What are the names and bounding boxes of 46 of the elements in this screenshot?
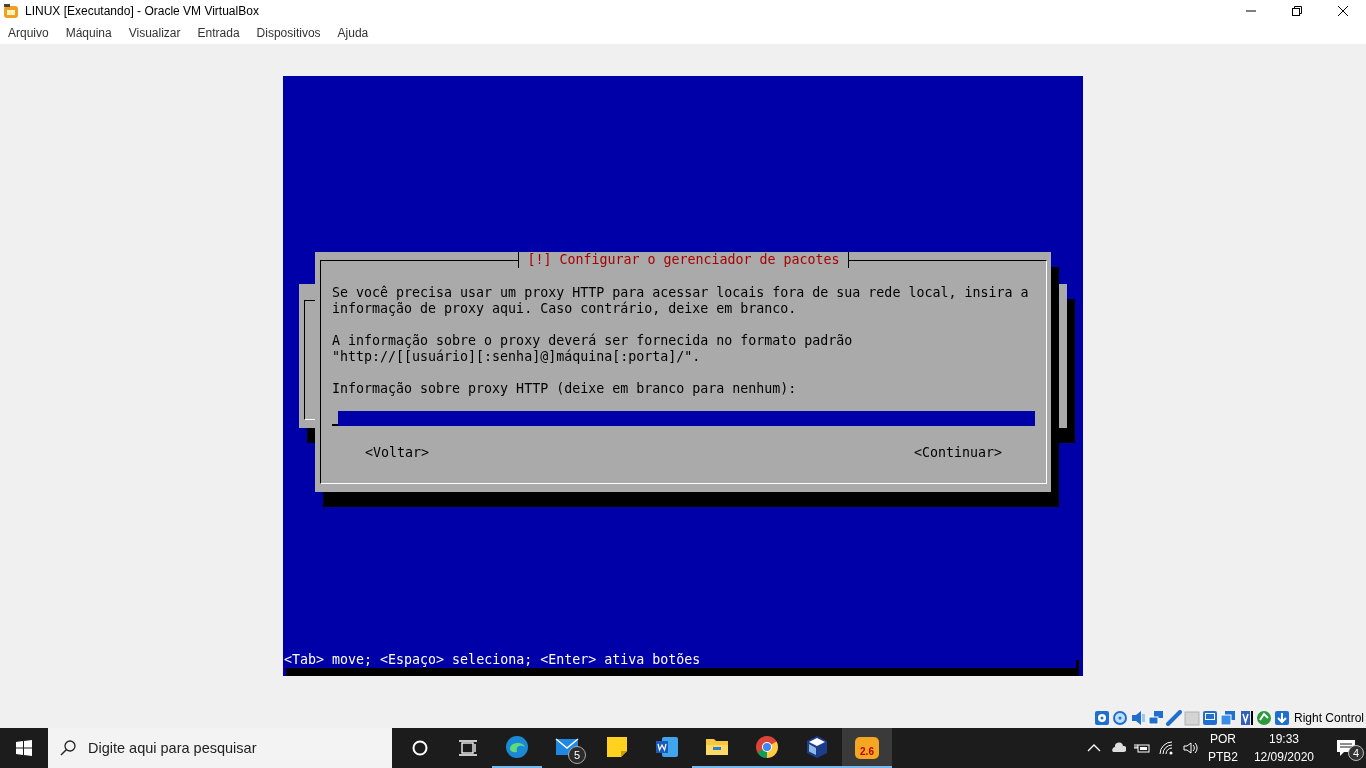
- app-icon: 2.6: [855, 737, 879, 759]
- menu-item[interactable]: Visualizar: [123, 26, 186, 40]
- network-icon[interactable]: [1147, 710, 1164, 726]
- taskbar-app-button[interactable]: 5: [542, 728, 592, 768]
- down-arrow-icon[interactable]: [1273, 710, 1290, 726]
- keyboard-layout[interactable]: PTB2: [1207, 748, 1238, 766]
- dialog-title: [!] Configurar o gerenciador de pacotes: [518, 252, 849, 268]
- display-icon[interactable]: [1201, 710, 1218, 726]
- menu-item[interactable]: Ajuda: [332, 26, 374, 40]
- notifications-button[interactable]: 4: [1326, 728, 1366, 768]
- input-language[interactable]: POR: [1209, 730, 1236, 748]
- dialog-button[interactable]: <Continuar>: [913, 445, 1002, 461]
- clock-date[interactable]: 12/09/2020: [1253, 748, 1314, 766]
- task-view-icon: [459, 740, 477, 756]
- window-title: LINUX [Executando] - Oracle VM VirtualBox: [25, 4, 259, 18]
- clock-time[interactable]: 19:33: [1268, 730, 1299, 748]
- search-icon: [60, 740, 76, 756]
- browser-icon: [505, 735, 529, 759]
- menu-item[interactable]: Arquivo: [3, 26, 54, 40]
- key-help-text: <Tab> move; <Espaço> seleciona; <Enter> ativa botões: [284, 652, 701, 667]
- sticky-note-icon: [605, 735, 629, 759]
- wifi-icon[interactable]: [1157, 740, 1174, 756]
- circle-icon: [412, 740, 428, 756]
- menu-item[interactable]: Máquina: [60, 26, 117, 40]
- windows-icon[interactable]: [1219, 710, 1236, 726]
- mouse-integration-icon[interactable]: [1255, 710, 1272, 726]
- close-icon: [1338, 6, 1348, 16]
- word-icon: [655, 735, 679, 759]
- dialog-paragraph: A informação sobre o proxy deverá ser fornecida no formato padrão "http://[[usuário][:senha]@]máquina[:porta]/".: [332, 333, 854, 365]
- menu-item[interactable]: Entrada: [192, 26, 245, 40]
- host-key-label: Right Control: [1293, 711, 1364, 725]
- restore-icon: [1292, 6, 1302, 16]
- chrome-icon: [755, 735, 779, 759]
- unread-badge: 5: [568, 746, 586, 764]
- dialog-paragraph: Se você precisa usar um proxy HTTP para acessar locais fora de sua rede local, insira a informação de proxy aqui. Caso contrário, deixe em branco.: [332, 285, 1030, 317]
- search-field[interactable]: Digite aqui para pesquisar: [48, 728, 392, 768]
- speaker-icon[interactable]: [1181, 740, 1198, 756]
- cube-icon: [805, 735, 829, 759]
- field-label: Informação sobre proxy HTTP (deixe em branco para nenhum):: [332, 381, 798, 397]
- notification-count: 4: [1348, 745, 1364, 761]
- app-icon: [3, 3, 19, 19]
- menu-item[interactable]: Dispositivos: [251, 26, 326, 40]
- windows-logo-icon: [16, 740, 32, 756]
- dialog-button[interactable]: <Voltar>: [365, 445, 430, 461]
- text-cursor: [332, 424, 338, 426]
- disc-icon[interactable]: [1111, 710, 1128, 726]
